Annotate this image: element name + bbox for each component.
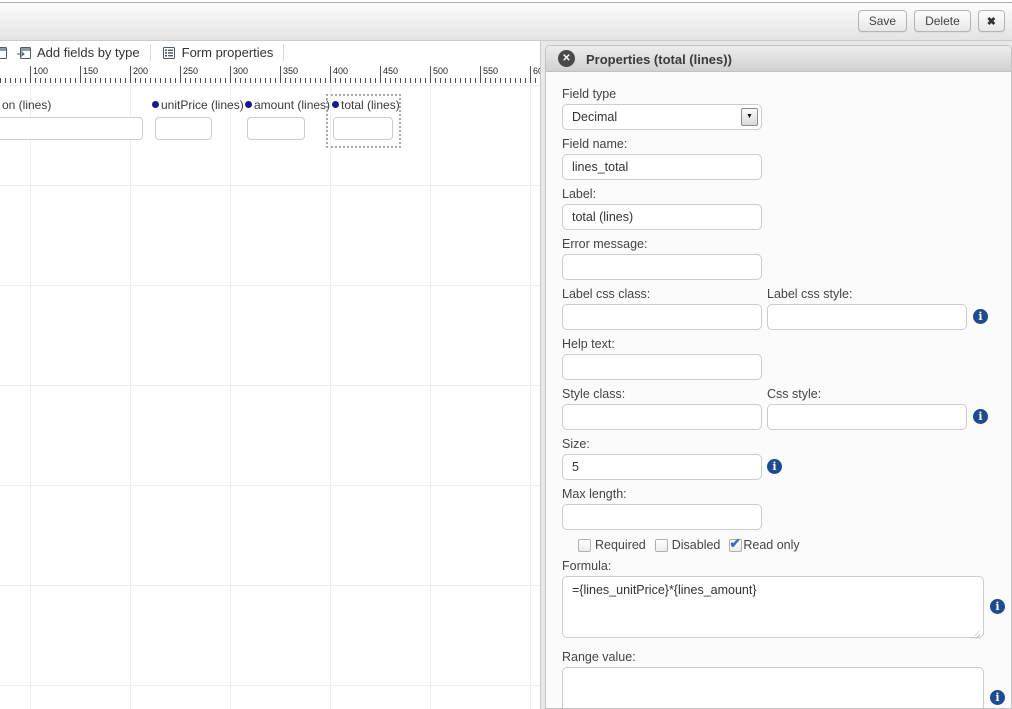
dropdown-arrow-icon[interactable]: ▼ [741,108,758,126]
canvas-field-input[interactable] [333,117,393,140]
help-text-input[interactable] [562,354,762,380]
top-toolbar: Save Delete ✖ [0,0,1012,41]
formula-group: Formula: ={lines_unitPrice}*{lines_amoun… [562,559,1011,643]
range-value-group: Range value: i [562,650,1011,709]
field-name-label: Field name: [562,137,1011,151]
horizontal-ruler: 100 150 200 250 300 350 400 450 500 550 … [0,64,540,85]
disabled-checkbox[interactable] [655,539,668,552]
field-bullet-icon [152,101,159,108]
label-input[interactable] [562,204,762,230]
style-class-input[interactable] [562,404,762,430]
panel-title: Properties (total (lines)) [586,52,732,67]
canvas-grid: on (lines) unitPrice (lines) amount (lin… [0,85,541,709]
close-designer-button[interactable]: ✖ [978,10,1005,32]
style-class-label: Style class: [562,387,767,401]
read-only-checkbox[interactable]: ✔ [729,539,742,552]
add-fields-label: Add fields by type [37,45,140,60]
top-toolbar-buttons: Save Delete ✖ [858,10,1005,32]
formula-label: Formula: [562,559,1011,573]
checkmark-icon: ✔ [729,535,741,552]
max-length-group: Max length: [562,487,1011,530]
required-checkbox[interactable] [578,539,591,552]
help-text-group: Help text: [562,337,1011,380]
label-label: Label: [562,187,1011,201]
range-value-label: Range value: [562,650,1011,664]
properties-panel: ✕ Properties (total (lines)) Field type … [545,45,1012,709]
help-text-label: Help text: [562,337,1011,351]
add-fields-icon [16,45,32,61]
canvas-field-label: amount (lines) [254,98,330,112]
error-message-label: Error message: [562,237,1011,251]
label-css-style-input[interactable] [767,304,967,330]
info-icon[interactable]: i [767,459,782,474]
canvas-field-label: unitPrice (lines) [161,98,244,112]
style-css-group: Style class: Css style: i [562,387,1011,430]
label-css-class-input[interactable] [562,304,762,330]
canvas-field-input[interactable] [155,117,212,140]
canvas-toolbar: Add fields by type Form properties [0,41,540,64]
delete-button[interactable]: Delete [914,10,971,32]
label-css-group: Label css class: Label css style: i [562,287,1011,330]
size-group: Size: i [562,437,1011,480]
label-css-style-label: Label css style: [767,287,973,301]
info-icon[interactable]: i [973,309,988,324]
size-label: Size: [562,437,1011,451]
formula-textarea[interactable]: ={lines_unitPrice}*{lines_amount} [562,576,984,638]
form-properties-icon [161,45,177,61]
info-icon[interactable]: i [990,599,1005,614]
panel-close-icon[interactable]: ✕ [558,50,575,67]
required-label: Required [595,538,646,552]
canvas-field-label: total (lines) [341,98,400,112]
css-style-input[interactable] [767,404,967,430]
form-canvas: Add fields by type Form properties 100 1… [0,41,541,709]
form-designer-screen: Save Delete ✖ Add fields by type Form pr… [0,0,1012,709]
field-type-select[interactable]: Decimal ▼ [562,104,762,130]
toolbar-separator [150,44,151,61]
ruler-ticks [0,78,540,83]
disabled-label: Disabled [672,538,721,552]
add-fields-by-type-button[interactable]: Add fields by type [12,41,144,64]
save-button[interactable]: Save [858,10,907,32]
canvas-field-label: on (lines) [2,98,51,112]
label-css-class-label: Label css class: [562,287,767,301]
error-message-group: Error message: [562,237,1011,280]
max-length-input[interactable] [562,504,762,530]
field-type-group: Field type Decimal ▼ [562,87,1011,130]
error-message-input[interactable] [562,254,762,280]
properties-panel-body: Field type Decimal ▼ Field name: Label: … [546,72,1011,709]
canvas-field-input[interactable] [247,117,305,140]
checkbox-row: Required Disabled ✔ Read only [578,537,1011,553]
field-type-label: Field type [562,87,1011,101]
field-type-value: Decimal [572,110,617,124]
truncated-toolbar-icon [0,45,10,61]
toolbar-separator [283,44,284,61]
max-length-label: Max length: [562,487,1011,501]
field-bullet-icon [245,101,252,108]
form-properties-label: Form properties [182,45,274,60]
info-icon[interactable]: i [973,409,988,424]
css-style-label: Css style: [767,387,973,401]
form-properties-button[interactable]: Form properties [157,41,278,64]
field-bullet-icon [332,101,339,108]
size-input[interactable] [562,454,762,480]
properties-panel-header: ✕ Properties (total (lines)) [546,46,1011,72]
read-only-label: Read only [743,538,799,552]
label-group: Label: [562,187,1011,230]
top-toolbar-divider [0,2,1012,3]
field-name-input[interactable] [562,154,762,180]
canvas-field-input[interactable] [0,117,143,140]
field-name-group: Field name: [562,137,1011,180]
range-value-textarea[interactable] [562,667,984,709]
info-icon[interactable]: i [990,690,1005,705]
